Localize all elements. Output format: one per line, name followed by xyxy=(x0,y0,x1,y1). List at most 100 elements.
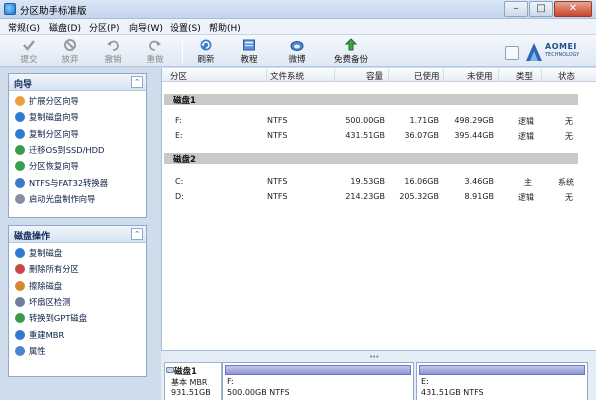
col-capacity[interactable]: 容量 xyxy=(366,70,383,82)
panel-item-mbr[interactable]: 重建MBR xyxy=(15,326,146,342)
copy-disk-icon xyxy=(15,248,25,259)
title-bar: 分区助手标准版 – □ ✕ xyxy=(0,0,596,19)
panel-item-label: 删除所有分区 xyxy=(29,264,79,275)
cell-capacity: 431.51GB xyxy=(345,131,385,140)
tutorial-button[interactable]: 教程 xyxy=(229,38,269,66)
panel-item-delete-all[interactable]: 删除所有分区 xyxy=(15,261,146,277)
cell-capacity: 19.53GB xyxy=(350,177,385,186)
menu-settings[interactable]: 设置(S) xyxy=(170,21,201,34)
cell-used: 16.06GB xyxy=(404,177,439,186)
panel-item-gpt[interactable]: 转换到GPT磁盘 xyxy=(15,310,146,326)
panel-item-boot-disc[interactable]: 启动光盘制作向导 xyxy=(15,191,146,207)
partition-size: 500.00GB NTFS xyxy=(227,388,290,397)
cell-filesystem: NTFS xyxy=(267,116,288,125)
wizard-panel: 向导 ⌃ 扩展分区向导 复制磁盘向导复制分区向导迁移OS到SSD/HDD 分区恢复向… xyxy=(8,73,147,218)
menu-partition[interactable]: 分区(P) xyxy=(89,21,119,34)
cell-status: 无 xyxy=(565,117,573,126)
cell-capacity: 214.23GB xyxy=(345,192,385,201)
book-icon xyxy=(243,39,255,51)
partition-label: E: xyxy=(421,377,429,386)
col-used[interactable]: 已使用 xyxy=(414,70,440,82)
refresh-button[interactable]: 刷新 xyxy=(186,38,226,66)
menu-wizard[interactable]: 向导(W) xyxy=(129,21,163,34)
discard-button[interactable]: 放弃 xyxy=(50,38,90,66)
aomei-logo: AOMEI TECHNOLOGY xyxy=(523,39,593,65)
panel-item-extend[interactable]: 扩展分区向导 xyxy=(15,93,146,109)
panel-item-label: 分区恢复向导 xyxy=(29,161,79,172)
panel-item-label: 迁移OS到SSD/HDD xyxy=(29,145,105,156)
disk-ops-collapse-button[interactable]: ⌃ xyxy=(131,228,143,240)
col-type[interactable]: 类型 xyxy=(516,70,533,82)
col-unused[interactable]: 未使用 xyxy=(467,70,493,82)
disk-card-size: 931.51GB xyxy=(171,388,211,397)
disk-ops-panel-header[interactable]: 磁盘操作 ⌃ xyxy=(9,226,146,243)
panel-item-copy-partition[interactable]: 复制分区向导 xyxy=(15,126,146,142)
aomei-logo-icon xyxy=(526,43,542,61)
wizard-collapse-button[interactable]: ⌃ xyxy=(131,76,143,88)
cell-partition: E: xyxy=(175,131,183,140)
panel-item-properties[interactable]: 属性 xyxy=(15,343,146,359)
partition-size: 431.51GB NTFS xyxy=(421,388,484,397)
col-status[interactable]: 状态 xyxy=(558,70,575,82)
table-row[interactable]: F: NTFS 500.00GB 1.71GB 498.29GB 逻辑 无 xyxy=(162,116,596,128)
menu-help[interactable]: 帮助(H) xyxy=(209,21,241,34)
partition-block-e[interactable]: E: 431.51GB NTFS xyxy=(416,362,588,400)
gpt-icon xyxy=(15,313,25,324)
partition-block-f[interactable]: F: 500.00GB NTFS xyxy=(222,362,414,400)
close-button[interactable]: ✕ xyxy=(554,1,592,17)
option-checkbox-icon[interactable] xyxy=(505,46,519,60)
apply-button[interactable]: 提交 xyxy=(9,38,49,66)
redo-icon xyxy=(149,40,161,51)
undo-button[interactable]: 撤销 xyxy=(93,38,133,66)
panel-item-migrate[interactable]: 迁移OS到SSD/HDD xyxy=(15,142,146,158)
weibo-button[interactable]: 微博 xyxy=(277,38,317,66)
col-divider xyxy=(541,69,542,81)
wizard-panel-title: 向导 xyxy=(14,80,33,90)
logo-subtitle: TECHNOLOGY xyxy=(545,52,580,58)
apply-label: 提交 xyxy=(20,55,38,65)
menu-general[interactable]: 常规(G) xyxy=(8,21,40,34)
bad-sector-icon xyxy=(15,297,25,308)
partition-table: 分区 文件系统 容量 已使用 未使用 类型 状态 磁盘1 F: NTFS 500… xyxy=(161,68,596,350)
maximize-button[interactable]: □ xyxy=(529,1,553,17)
table-row[interactable]: E: NTFS 431.51GB 36.07GB 395.44GB 逻辑 无 xyxy=(162,131,596,143)
table-row[interactable]: D: NTFS 214.23GB 205.32GB 8.91GB 逻辑 无 xyxy=(162,192,596,204)
logo-name: AOMEI xyxy=(545,42,577,51)
panel-item-wipe[interactable]: 擦除磁盘 xyxy=(15,278,146,294)
col-divider xyxy=(388,69,389,81)
discard-label: 放弃 xyxy=(61,55,79,65)
redo-button[interactable]: 重做 xyxy=(135,38,175,66)
cell-type: 主 xyxy=(524,178,532,187)
panel-item-label: 启动光盘制作向导 xyxy=(29,193,96,204)
cell-status: 无 xyxy=(565,193,573,202)
free-backup-button[interactable]: 免费备份 xyxy=(329,38,373,66)
panel-item-bad-sector[interactable]: 坏扇区检测 xyxy=(15,294,146,310)
panel-item-label: NTFS与FAT32转换器 xyxy=(29,177,109,188)
disk-card[interactable]: 磁盘1 基本 MBR 931.51GB xyxy=(164,362,222,400)
minimize-button[interactable]: – xyxy=(504,1,528,17)
panel-item-convert[interactable]: NTFS与FAT32转换器 xyxy=(15,174,146,190)
panel-item-copy-disk[interactable]: 复制磁盘 xyxy=(15,245,146,261)
disk-group-header[interactable]: 磁盘2 xyxy=(164,153,578,165)
migrate-icon xyxy=(15,145,25,156)
menu-disk[interactable]: 磁盘(D) xyxy=(49,21,81,34)
copy-partition-icon xyxy=(15,128,25,139)
recover-icon xyxy=(15,161,25,172)
col-partition[interactable]: 分区 xyxy=(170,70,187,82)
wizard-panel-header[interactable]: 向导 ⌃ xyxy=(9,74,146,91)
cell-unused: 8.91GB xyxy=(464,192,495,201)
col-filesystem[interactable]: 文件系统 xyxy=(270,70,304,82)
disk-group-header[interactable]: 磁盘1 xyxy=(164,94,578,106)
splitter-grip[interactable]: ••• xyxy=(369,353,379,361)
table-row[interactable]: C: NTFS 19.53GB 16.06GB 3.46GB 主 系统 xyxy=(162,177,596,189)
cell-status: 无 xyxy=(565,132,573,141)
menu-bar: 常规(G) 磁盘(D) 分区(P) 向导(W) 设置(S) 帮助(H) xyxy=(0,19,596,35)
discard-icon xyxy=(64,39,76,51)
panel-item-label: 复制分区向导 xyxy=(29,128,79,139)
panel-item-copy-disk[interactable]: 复制磁盘向导 xyxy=(15,109,146,125)
cell-filesystem: NTFS xyxy=(267,177,288,186)
cell-used: 1.71GB xyxy=(409,116,440,125)
wizard-list: 扩展分区向导 复制磁盘向导复制分区向导迁移OS到SSD/HDD 分区恢复向导 NTFS… xyxy=(9,91,146,207)
panel-item-recover[interactable]: 分区恢复向导 xyxy=(15,158,146,174)
redo-label: 重做 xyxy=(146,55,164,65)
